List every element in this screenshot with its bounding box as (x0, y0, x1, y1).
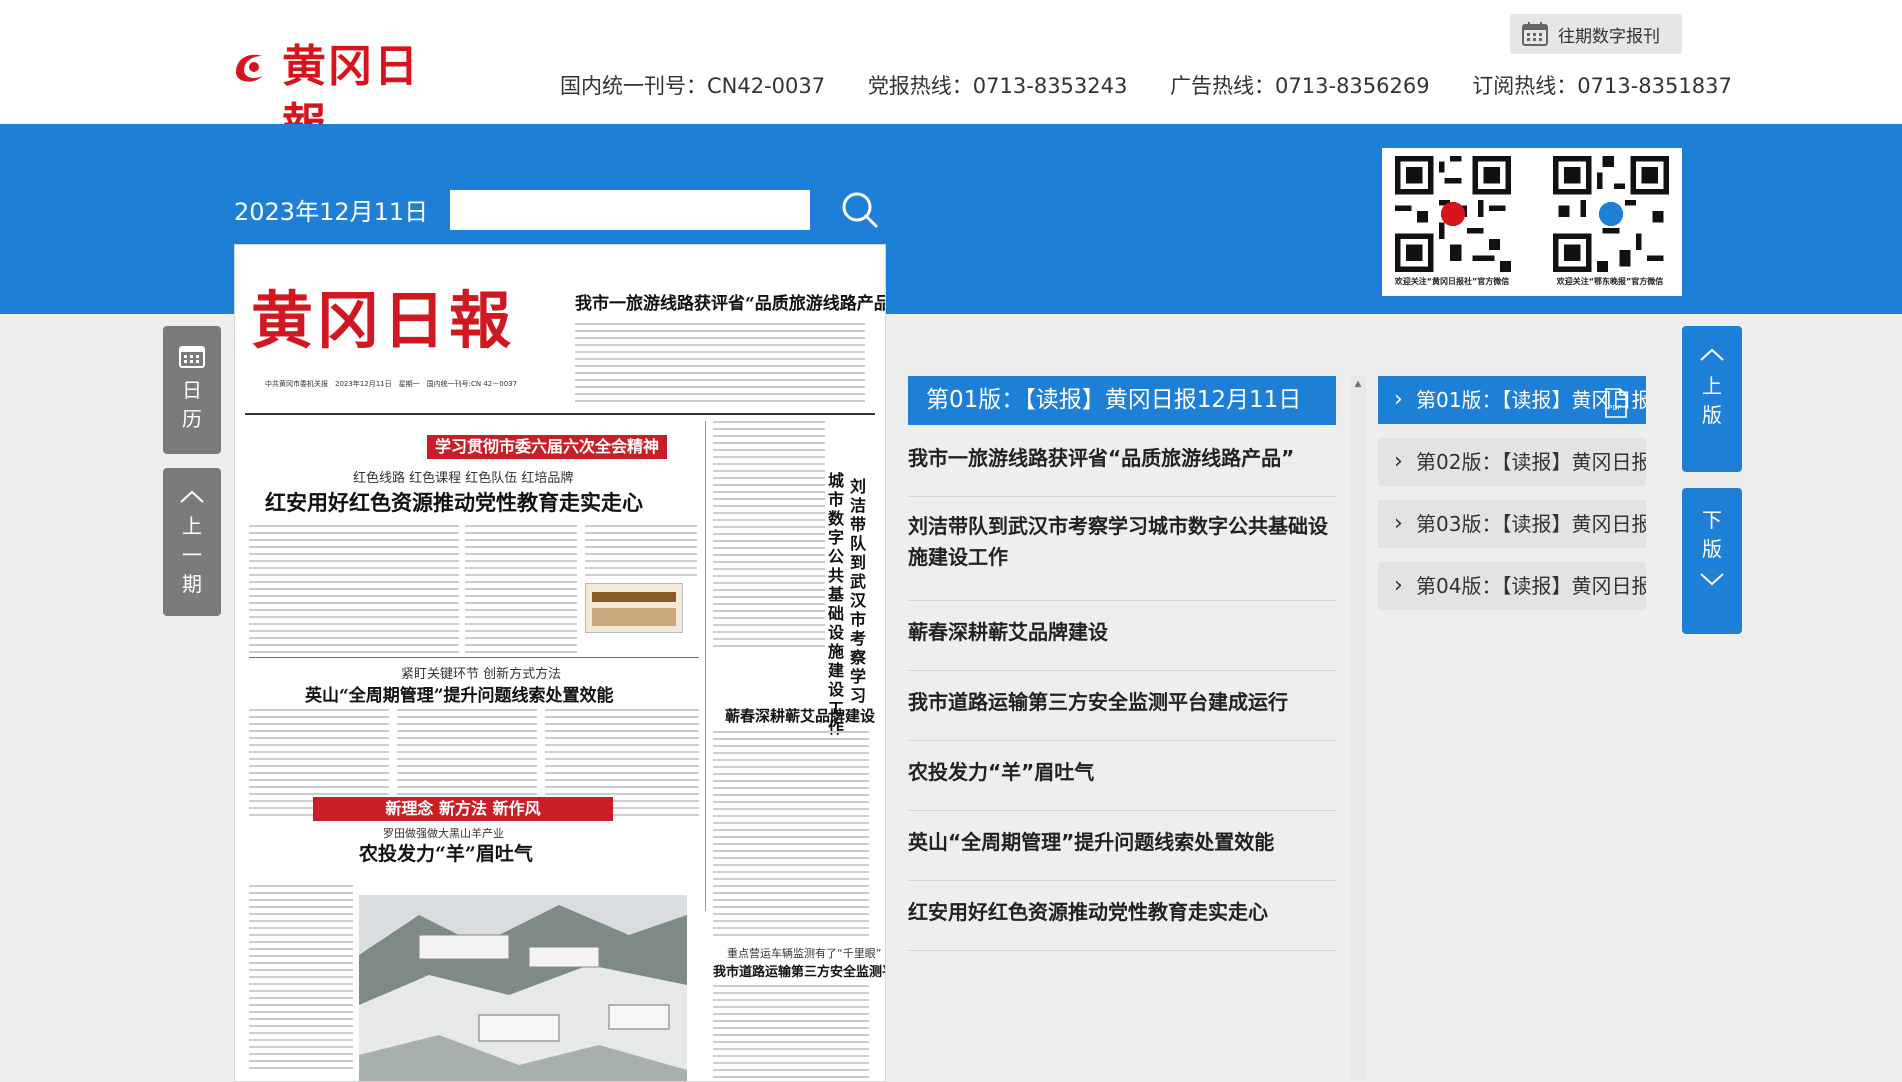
calendar-icon (179, 346, 205, 368)
np-ad-image (585, 583, 683, 633)
edition-label: 第03版：【读报】黄冈日报12月11日 (1416, 512, 1646, 536)
chevron-right-icon: › (1394, 573, 1403, 598)
chevron-up-icon (1700, 348, 1724, 361)
chevron-down-icon (1700, 573, 1724, 586)
prev-issue-label: 上一期 (182, 514, 202, 596)
issue-date: 2023年12月11日 (234, 198, 429, 226)
article-link[interactable]: 蕲春深耕蕲艾品牌建设 (908, 601, 1336, 671)
chevron-right-icon: › (1394, 387, 1403, 412)
qr-caption-left: 欢迎关注“黄冈日报社”官方微信 (1394, 277, 1510, 286)
ad-hotline: 广告热线：0713-8356269 (1170, 74, 1430, 98)
party-hotline: 党报热线：0713-8353243 (867, 74, 1128, 98)
np-headline-3[interactable]: 蕲春深耕蕲艾品牌建设 (725, 705, 875, 726)
column-rule (705, 421, 706, 911)
qr-caption-right: 欢迎关注“鄂东晚报”官方微信 (1556, 277, 1664, 286)
newspaper-masthead: 黄冈日報 (251, 284, 516, 357)
article-link[interactable]: 我市一旅游线路获评省“品质旅游线路产品” (908, 427, 1336, 497)
chevron-right-icon: › (1394, 449, 1403, 474)
np-text-block (713, 421, 825, 651)
np-text-block (713, 985, 869, 1079)
np-photo (359, 895, 687, 1081)
search-input[interactable] (450, 190, 810, 230)
prev-page-label: 上版 (1702, 374, 1722, 427)
edition-label: 第04版：【读报】黄冈日报12月11日 (1416, 574, 1646, 598)
next-page-label: 下版 (1702, 508, 1722, 561)
prev-page-button[interactable]: 上版 (1682, 326, 1742, 472)
np-sub-1: 红色线路 红色课程 红色队伍 红培品牌 (353, 471, 574, 486)
edition-item-03[interactable]: › 第03版：【读报】黄冈日报12月11日 (1378, 500, 1646, 548)
np-text-block (249, 525, 459, 655)
np-band-1: 学习贯彻市委六届六次全会精神 (427, 435, 667, 459)
qr-code-panel: 欢迎关注“黄冈日报社”官方微信 欢迎关注“鄂东晚报”官方微信 (1382, 148, 1682, 296)
article-link[interactable]: 我市道路运输第三方安全监测平台建成运行 (908, 671, 1336, 741)
np-headline-5[interactable]: 我市道路运输第三方安全监测平台建成运行 (713, 961, 885, 980)
np-band-2: 新理念 新方法 新作风 (313, 797, 613, 821)
np-headline-2[interactable]: 英山“全周期管理”提升问题线索处置效能 (305, 681, 614, 706)
logo-mark-icon (236, 54, 262, 82)
site-logo[interactable]: 黄冈日報 (230, 38, 460, 150)
scroll-up-arrow-icon[interactable]: ▲ (1350, 376, 1366, 392)
article-link[interactable]: 刘洁带队到武汉市考察学习城市数字公共基础设施建设工作 (908, 497, 1336, 601)
np-headline-4[interactable]: 农投发力“羊”眉吐气 (359, 839, 533, 866)
newspaper-issue-info: 中共黄冈市委机关报 2023年12月11日 星期一 国内统一刊号:CN 42－0… (265, 380, 518, 388)
np-sub-4: 重点营运车辆监测有了“千里眼” (727, 947, 882, 960)
site-header: 黄冈日報 往期数字报刊 国内统一刊号：CN42-0037 党报热线：0713-8… (0, 0, 1902, 150)
svg-text:PDF: PDF (1608, 404, 1622, 412)
edition-label: 第02版：【读报】黄冈日报12月11日 (1416, 450, 1646, 474)
np-headline-top[interactable]: 我市一旅游线路获评省“品质旅游线路产品” (575, 289, 885, 314)
np-text-block (713, 731, 869, 937)
np-text-block (575, 323, 865, 407)
current-page-title: 第01版：【读报】黄冈日报12月11日 (908, 376, 1336, 425)
edition-item-02[interactable]: › 第02版：【读报】黄冈日报12月11日 (1378, 438, 1646, 486)
search-icon[interactable] (840, 190, 880, 230)
chevron-right-icon: › (1394, 511, 1403, 536)
masthead-rule (245, 413, 875, 415)
calendar-icon (1522, 22, 1548, 46)
article-link[interactable]: 红安用好红色资源推动党性教育走实走心 (908, 881, 1336, 951)
edition-scrollbar[interactable]: ▲ (1350, 376, 1366, 1080)
np-headline-1[interactable]: 红安用好红色资源推动党性教育走实走心 (265, 487, 643, 517)
article-link[interactable]: 英山“全周期管理”提升问题线索处置效能 (908, 811, 1336, 881)
hotline-bar: 国内统一刊号：CN42-0037 党报热线：0713-8353243 广告热线：… (560, 70, 1732, 100)
np-text-block (585, 525, 697, 581)
qr-code-image (1395, 156, 1511, 272)
prev-issue-button[interactable]: 上一期 (163, 468, 221, 616)
next-page-button[interactable]: 下版 (1682, 488, 1742, 634)
issn-text: 国内统一刊号：CN42-0037 (560, 74, 826, 98)
chevron-up-icon (180, 490, 204, 503)
article-link[interactable]: 农投发力“羊”眉吐气 (908, 741, 1336, 811)
archive-button[interactable]: 往期数字报刊 (1510, 14, 1682, 54)
calendar-button[interactable]: 日历 (163, 326, 221, 454)
archive-label: 往期数字报刊 (1558, 26, 1660, 47)
np-vertical-headline-a[interactable]: 刘洁带队到武汉市考察学习 (847, 477, 869, 705)
newspaper-page-preview[interactable]: 黄冈日報 中共黄冈市委机关报 2023年12月11日 星期一 国内统一刊号:CN… (234, 244, 886, 1082)
np-text-block (249, 885, 353, 1071)
np-sub-2: 紧盯关键环节 创新方式方法 (401, 667, 562, 682)
edition-item-04[interactable]: › 第04版：【读报】黄冈日报12月11日 (1378, 562, 1646, 610)
np-vertical-headline-b[interactable]: 城市数字公共基础设施建设工作 (825, 471, 847, 737)
section-rule (249, 657, 699, 658)
np-text-block (465, 525, 577, 655)
article-list: 我市一旅游线路获评省“品质旅游线路产品” 刘洁带队到武汉市考察学习城市数字公共基… (908, 427, 1336, 951)
pdf-download-icon[interactable]: PDF (1604, 388, 1628, 418)
qr-code-image (1553, 156, 1669, 272)
subscribe-hotline: 订阅热线：0713-8351837 (1472, 74, 1732, 98)
calendar-label: 日历 (182, 378, 202, 431)
